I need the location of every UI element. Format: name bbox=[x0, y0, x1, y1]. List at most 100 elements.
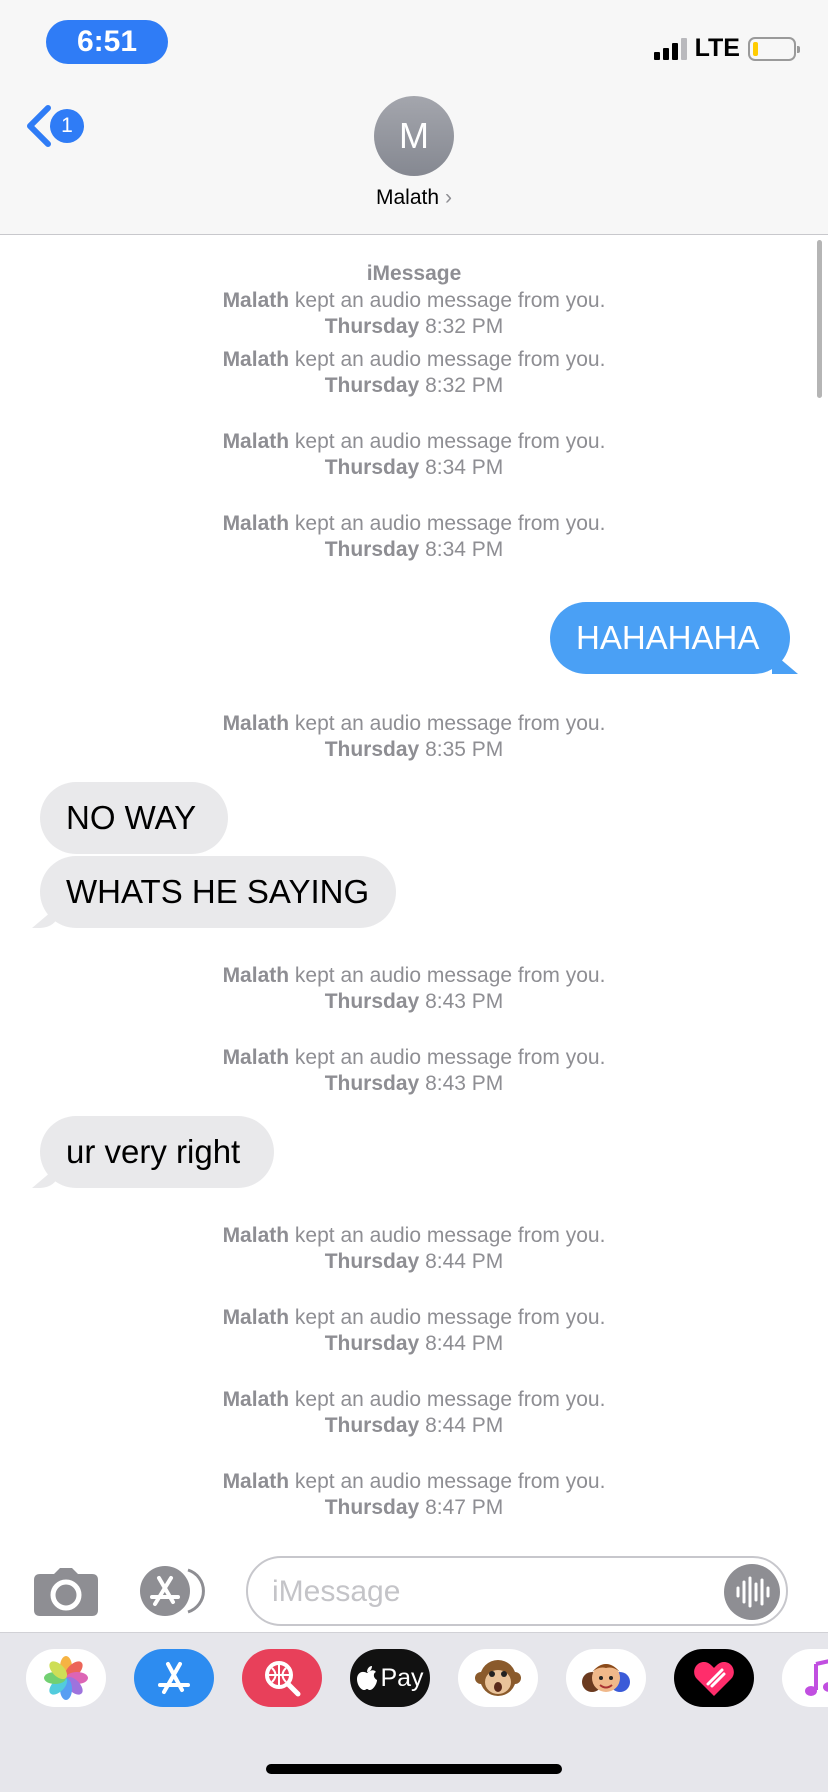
notice-text: kept an audio message from you. bbox=[294, 512, 606, 535]
notice-sender: Malath bbox=[222, 289, 290, 312]
notice-line: Malath kept an audio message from you. bbox=[0, 347, 828, 373]
notice-sender: Malath bbox=[222, 1470, 290, 1493]
notice-day: Thursday bbox=[324, 456, 420, 479]
message-input[interactable] bbox=[272, 1572, 692, 1612]
notice-text: kept an audio message from you. bbox=[294, 430, 606, 453]
composer-bar bbox=[0, 1546, 828, 1632]
apple-pay-app-button[interactable]: Pay bbox=[350, 1649, 430, 1707]
notice-day: Thursday bbox=[324, 1496, 420, 1519]
notice-day: Thursday bbox=[324, 315, 420, 338]
notice-timestamp: Thursday 8:44 PM bbox=[0, 1413, 828, 1439]
animoji-monkey-icon bbox=[475, 1660, 521, 1696]
notice-line: Malath kept an audio message from you. bbox=[0, 1387, 828, 1413]
notice-text: kept an audio message from you. bbox=[294, 1306, 606, 1329]
notice-day: Thursday bbox=[324, 1332, 420, 1355]
notice-sender: Malath bbox=[222, 712, 290, 735]
notice-timestamp: Thursday 8:43 PM bbox=[0, 989, 828, 1015]
audio-kept-notice: Malath kept an audio message from you. Th… bbox=[0, 711, 828, 763]
status-time[interactable]: 6:51 bbox=[46, 20, 168, 64]
apple-pay-label: Pay bbox=[380, 1663, 424, 1692]
notice-timestamp: Thursday 8:34 PM bbox=[0, 537, 828, 563]
notice-line: Malath kept an audio message from you. bbox=[0, 1305, 828, 1331]
back-button[interactable]: 1 bbox=[24, 104, 84, 148]
notice-time: 8:35 PM bbox=[425, 738, 504, 761]
message-transcript[interactable]: iMessage Malath kept an audio message fr… bbox=[0, 236, 828, 1546]
notice-time: 8:44 PM bbox=[425, 1414, 504, 1437]
notice-line: Malath kept an audio message from you. bbox=[0, 288, 828, 314]
notice-day: Thursday bbox=[324, 374, 420, 397]
notice-sender: Malath bbox=[222, 1046, 290, 1069]
app-store-icon bbox=[140, 1566, 205, 1616]
notice-line: Malath kept an audio message from you. bbox=[0, 963, 828, 989]
notice-time: 8:43 PM bbox=[425, 1072, 504, 1095]
audio-kept-notice: Malath kept an audio message from you. Th… bbox=[0, 511, 828, 563]
notice-day: Thursday bbox=[324, 1072, 420, 1095]
notice-time: 8:32 PM bbox=[425, 374, 504, 397]
notice-day: Thursday bbox=[324, 990, 420, 1013]
network-label: LTE bbox=[694, 34, 740, 62]
notice-line: Malath kept an audio message from you. bbox=[0, 1469, 828, 1495]
notice-timestamp: Thursday 8:35 PM bbox=[0, 737, 828, 763]
notice-time: 8:47 PM bbox=[425, 1496, 504, 1519]
notice-line: Malath kept an audio message from you. bbox=[0, 1045, 828, 1071]
notice-text: kept an audio message from you. bbox=[294, 1224, 606, 1247]
notice-time: 8:43 PM bbox=[425, 990, 504, 1013]
photos-app-button[interactable] bbox=[26, 1649, 106, 1707]
camera-button[interactable] bbox=[34, 1568, 98, 1621]
status-indicators: LTE bbox=[653, 34, 800, 63]
audio-kept-notice: Malath kept an audio message from you. Th… bbox=[0, 288, 828, 340]
signal-strength-icon bbox=[653, 37, 687, 60]
photos-icon bbox=[44, 1656, 88, 1700]
app-store-icon bbox=[158, 1662, 190, 1694]
notice-text: kept an audio message from you. bbox=[294, 1470, 606, 1493]
unread-badge: 1 bbox=[50, 109, 84, 143]
music-app-button[interactable] bbox=[782, 1649, 828, 1707]
notice-sender: Malath bbox=[222, 964, 290, 987]
memoji-app-button[interactable] bbox=[566, 1649, 646, 1707]
chevron-left-icon bbox=[27, 105, 51, 147]
notice-text: kept an audio message from you. bbox=[294, 348, 606, 371]
notice-sender: Malath bbox=[222, 348, 290, 371]
sent-message-bubble[interactable]: HAHAHAHA bbox=[550, 602, 790, 674]
music-icon bbox=[805, 1659, 828, 1696]
notice-time: 8:44 PM bbox=[425, 1332, 504, 1355]
notice-timestamp: Thursday 8:32 PM bbox=[0, 373, 828, 399]
app-store-app-button[interactable] bbox=[134, 1649, 214, 1707]
navigation-header: 6:51 LTE 1 M Malath › bbox=[0, 0, 828, 235]
digital-touch-app-button[interactable] bbox=[674, 1649, 754, 1707]
contact-name-button[interactable]: Malath › bbox=[0, 186, 828, 210]
notice-time: 8:34 PM bbox=[425, 538, 504, 561]
received-message-bubble[interactable]: ur very right bbox=[40, 1116, 274, 1188]
contact-name: Malath bbox=[375, 186, 440, 209]
audio-kept-notice: Malath kept an audio message from you. Th… bbox=[0, 429, 828, 481]
animoji-app-button[interactable] bbox=[458, 1649, 538, 1707]
notice-timestamp: Thursday 8:43 PM bbox=[0, 1071, 828, 1097]
memoji-icon bbox=[582, 1664, 630, 1692]
notice-sender: Malath bbox=[222, 1388, 290, 1411]
received-message-bubble[interactable]: WHATS HE SAYING bbox=[40, 856, 396, 928]
waveform-icon bbox=[736, 1576, 770, 1608]
contact-avatar[interactable]: M bbox=[374, 96, 454, 176]
app-drawer-button[interactable] bbox=[140, 1566, 212, 1621]
received-message-bubble[interactable]: NO WAY bbox=[40, 782, 228, 854]
notice-day: Thursday bbox=[324, 1250, 420, 1273]
image-search-app-button[interactable] bbox=[242, 1649, 322, 1707]
scroll-indicator[interactable] bbox=[817, 240, 822, 398]
message-input-container bbox=[246, 1556, 788, 1626]
audio-kept-notice: Malath kept an audio message from you. Th… bbox=[0, 347, 828, 399]
notice-day: Thursday bbox=[324, 538, 420, 561]
home-indicator[interactable] bbox=[266, 1764, 562, 1774]
battery-icon bbox=[748, 36, 800, 61]
notice-timestamp: Thursday 8:44 PM bbox=[0, 1331, 828, 1357]
apple-pay-icon bbox=[357, 1666, 378, 1690]
notice-time: 8:32 PM bbox=[425, 315, 504, 338]
audio-kept-notice: Malath kept an audio message from you. Th… bbox=[0, 1387, 828, 1439]
notice-line: Malath kept an audio message from you. bbox=[0, 511, 828, 537]
notice-text: kept an audio message from you. bbox=[294, 964, 606, 987]
audio-kept-notice: Malath kept an audio message from you. Th… bbox=[0, 1305, 828, 1357]
notice-timestamp: Thursday 8:47 PM bbox=[0, 1495, 828, 1521]
notice-day: Thursday bbox=[324, 1414, 420, 1437]
notice-timestamp: Thursday 8:44 PM bbox=[0, 1249, 828, 1275]
image-search-icon bbox=[265, 1661, 301, 1697]
audio-record-button[interactable] bbox=[724, 1564, 780, 1620]
